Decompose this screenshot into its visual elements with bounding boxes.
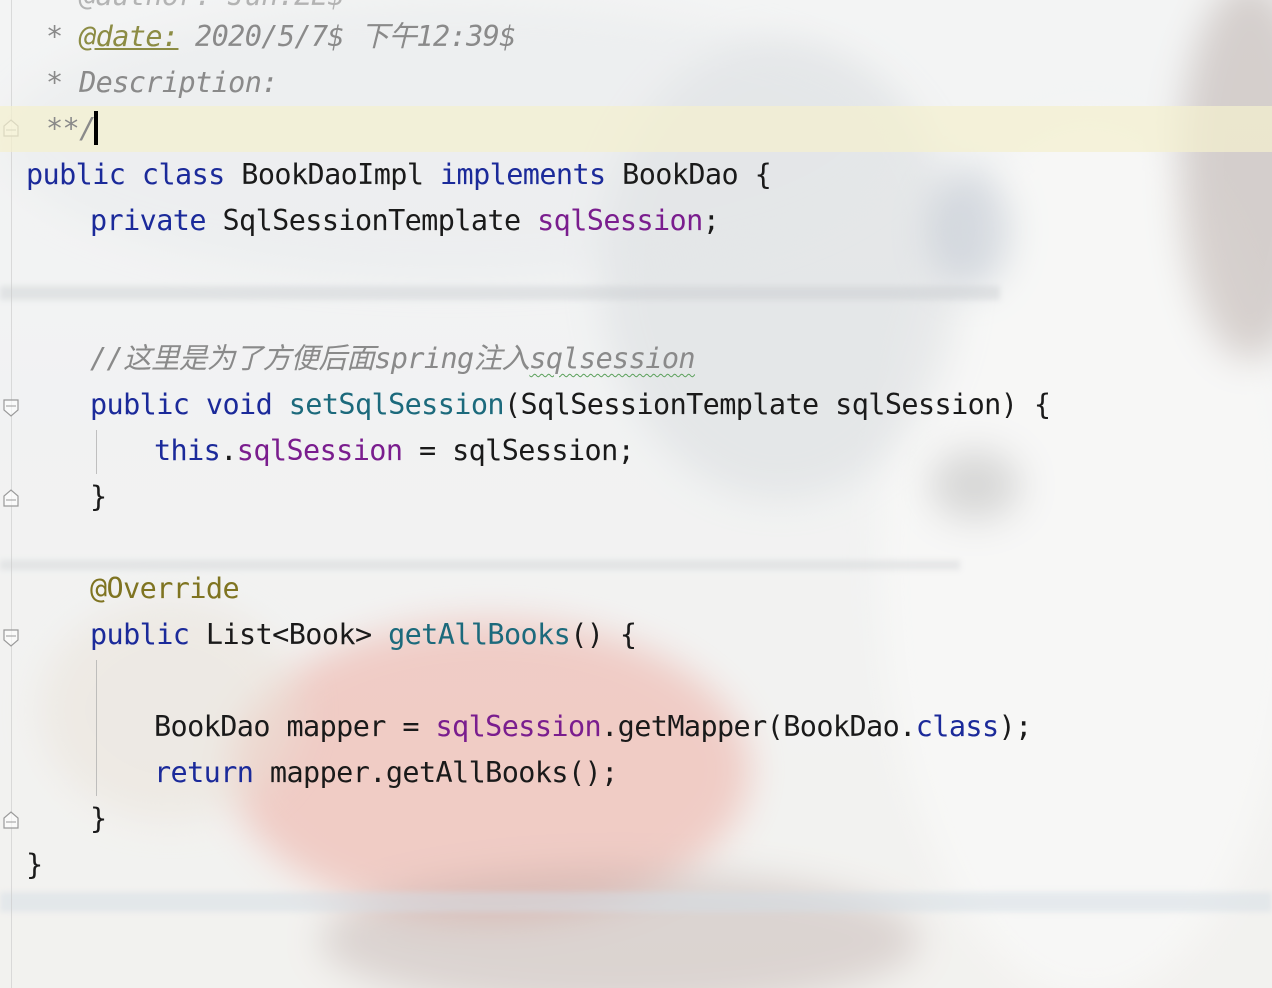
code-line-class-decl[interactable]: public class BookDaoImpl implements Book… xyxy=(26,152,772,198)
code-line-method-close[interactable]: } xyxy=(90,474,107,520)
code-line-description[interactable]: * Description: xyxy=(46,60,278,106)
code-line-field-decl[interactable]: private SqlSessionTemplate sqlSession; xyxy=(90,198,720,244)
code-line-assignment[interactable]: this.sqlSession = sqlSession; xyxy=(154,428,635,474)
indent-guide xyxy=(96,430,97,474)
code-line-class-close[interactable]: } xyxy=(26,842,43,888)
spell-check-warning: sqlsession xyxy=(529,342,695,375)
code-line-mapper-decl[interactable]: BookDao mapper = sqlSession.getMapper(Bo… xyxy=(154,704,1032,750)
current-line-highlight xyxy=(0,106,1272,152)
code-line-date[interactable]: * @date: 2020/5/7$ 下午12:39$ xyxy=(46,14,516,60)
code-editor[interactable]: * @author: Jun.ZE$ * @date: 2020/5/7$ 下午… xyxy=(0,0,1272,988)
text-caret xyxy=(93,111,98,145)
code-line-line-comment[interactable]: //这里是为了方便后面spring注入sqlsession xyxy=(90,336,696,382)
code-line-comment-end[interactable]: **/ xyxy=(46,106,98,152)
code-line-method-close[interactable]: } xyxy=(90,796,107,842)
indent-guide xyxy=(96,660,97,796)
javadoc-tag: @date: xyxy=(79,20,179,53)
code-line-getter-decl[interactable]: public List<Book> getAllBooks() { xyxy=(90,612,637,658)
code-line-setter-decl[interactable]: public void setSqlSession(SqlSessionTemp… xyxy=(90,382,1051,428)
code-line-annotation[interactable]: @Override xyxy=(90,566,240,612)
code-line-return[interactable]: return mapper.getAllBooks(); xyxy=(154,750,618,796)
